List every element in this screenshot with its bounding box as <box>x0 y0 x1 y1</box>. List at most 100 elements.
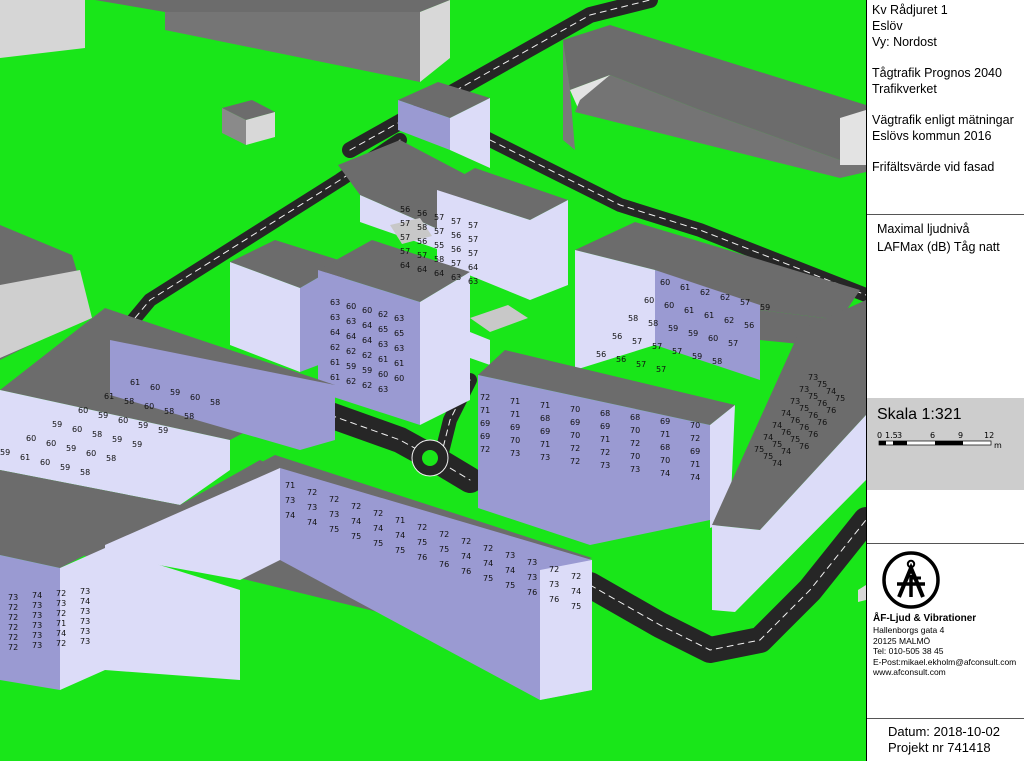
facade-level-label: 58 <box>164 407 174 416</box>
facade-level-label: 56 <box>612 332 622 341</box>
facade-level-label: 56 <box>596 350 606 359</box>
facade-level-label: 74 <box>690 473 700 482</box>
facade-level-label: 73 <box>32 621 42 630</box>
noise-map-3d-scene: 73 74 72 7372 73 73 7472 73 72 7372 73 71 7372 73 74 73… <box>0 0 866 761</box>
facade-level-label: 64 <box>346 332 356 341</box>
facade-level-label: 76 <box>808 430 818 439</box>
facade-level-label: 74 <box>285 511 295 520</box>
facade-level-label: 57 <box>728 339 738 348</box>
facade-level-label: 59 <box>170 388 180 397</box>
facade-level-label: 61 <box>394 359 404 368</box>
facade-level-label: 74 <box>483 559 493 568</box>
facade-level-label: 60 <box>708 334 718 343</box>
facade-level-label: 60 <box>664 301 674 310</box>
facade-level-label: 75 <box>417 538 427 547</box>
facade-level-label: 59 <box>132 440 142 449</box>
facade-level-label: 72 <box>630 439 640 448</box>
scale-tick-1: 1.5 <box>885 431 898 440</box>
facade-level-label: 73 <box>630 465 640 474</box>
facade-level-label: 74 <box>373 524 383 533</box>
facade-level-label: 69 <box>510 423 520 432</box>
facade-level-label: 61 <box>680 283 690 292</box>
facade-level-label: 73 <box>510 449 520 458</box>
facade-level-label: 59 <box>60 463 70 472</box>
facade-level-label: 61 <box>104 392 114 401</box>
facade-level-label: 58 <box>184 412 194 421</box>
facade-level-label: 73 <box>549 580 559 589</box>
facade-level-label: 69 <box>480 432 490 441</box>
facade-level-label: 75 <box>835 394 845 403</box>
company-name: ÅF-Ljud & Vibrationer <box>873 613 977 624</box>
facade-level-label: 56 <box>451 231 461 240</box>
facade-level-label: 64 <box>400 261 410 270</box>
facade-level-label: 60 <box>86 449 96 458</box>
facade-level-label: 70 <box>630 426 640 435</box>
facade-level-label: 57 <box>400 233 410 242</box>
facade-level-label: 61 <box>330 373 340 382</box>
facade-level-label: 61 <box>378 355 388 364</box>
metric-line2: LAFMax (dB) Tåg natt <box>877 240 1000 254</box>
facade-level-label: 75 <box>571 602 581 611</box>
facade-level-label: 59 <box>0 448 10 457</box>
facade-level-label: 70 <box>690 421 700 430</box>
facade-level-label: 72 <box>329 495 339 504</box>
facade-level-label: 59 <box>688 329 698 338</box>
facade-level-label: 57 <box>468 235 478 244</box>
facade-level-label: 73 <box>527 558 537 567</box>
scale-unit: m <box>994 441 1002 450</box>
facade-level-label: 72 <box>570 457 580 466</box>
facade-level-label: 73 <box>32 641 42 650</box>
facade-level-label: 61 <box>20 453 30 462</box>
facade-level-label: 75 <box>329 525 339 534</box>
facade-level-label: 73 <box>80 607 90 616</box>
facade-level-label: 60 <box>144 402 154 411</box>
facade-level-label: 60 <box>40 458 50 467</box>
facade-level-label: 61 <box>704 311 714 320</box>
facade-level-label: 72 <box>571 572 581 581</box>
facade-level-label: 76 <box>439 560 449 569</box>
scale-tick-3: 6 <box>930 431 935 440</box>
company-phone: Tel: 010-505 38 45 <box>873 646 944 656</box>
facade-level-label: 71 <box>540 440 550 449</box>
facade-level-label: 76 <box>817 418 827 427</box>
facade-level-label: 58 <box>106 454 116 463</box>
facade-level-label: 72 <box>373 509 383 518</box>
facade-level-label: 70 <box>570 405 580 414</box>
facade-level-label: 74 <box>32 591 42 600</box>
facade-level-label: 74 <box>781 447 791 456</box>
facade-level-label: 61 <box>330 358 340 367</box>
facade-level-label: 59 <box>692 352 702 361</box>
facade-level-label: 71 <box>56 619 66 628</box>
noise-map-view: 73 74 72 73 72 73 73 74 72 73 72 73 72 73 71 73 72 73 74 73… <box>0 0 866 761</box>
facade-level-label: 63 <box>378 340 388 349</box>
facade-level-label: 69 <box>540 427 550 436</box>
facade-level-label: 61 <box>684 306 694 315</box>
project-city: Eslöv <box>872 19 903 33</box>
facade-level-label: 76 <box>461 567 471 576</box>
facade-level-label: 58 <box>712 357 722 366</box>
facade-level-label: 62 <box>724 316 734 325</box>
facade-level-label: 57 <box>451 259 461 268</box>
facade-level-label: 63 <box>346 317 356 326</box>
scale-tick-5: 12 <box>984 431 994 440</box>
facade-level-label: 64 <box>468 263 478 272</box>
facade-level-label: 71 <box>540 401 550 410</box>
facade-level-label: 57 <box>434 213 444 222</box>
facade-level-label: 74 <box>351 517 361 526</box>
facade-level-label: 76 <box>549 595 559 604</box>
facade-level-label: 62 <box>346 347 356 356</box>
facade-level-label: 73 <box>600 461 610 470</box>
facade-level-label: 60 <box>118 416 128 425</box>
company-web: www.afconsult.com <box>873 667 946 677</box>
facade-level-label: 58 <box>434 255 444 264</box>
facade-level-label: 62 <box>720 293 730 302</box>
facade-level-label: 59 <box>668 324 678 333</box>
facade-level-label: 72 <box>690 434 700 443</box>
facade-level-label: 58 <box>80 468 90 477</box>
scale-tick-4: 9 <box>958 431 963 440</box>
facade-level-label: 57 <box>740 298 750 307</box>
facade-level-label: 69 <box>660 417 670 426</box>
facade-level-label: 69 <box>600 422 610 431</box>
train-source: Trafikverket <box>872 82 937 96</box>
facade-level-label: 62 <box>362 351 372 360</box>
